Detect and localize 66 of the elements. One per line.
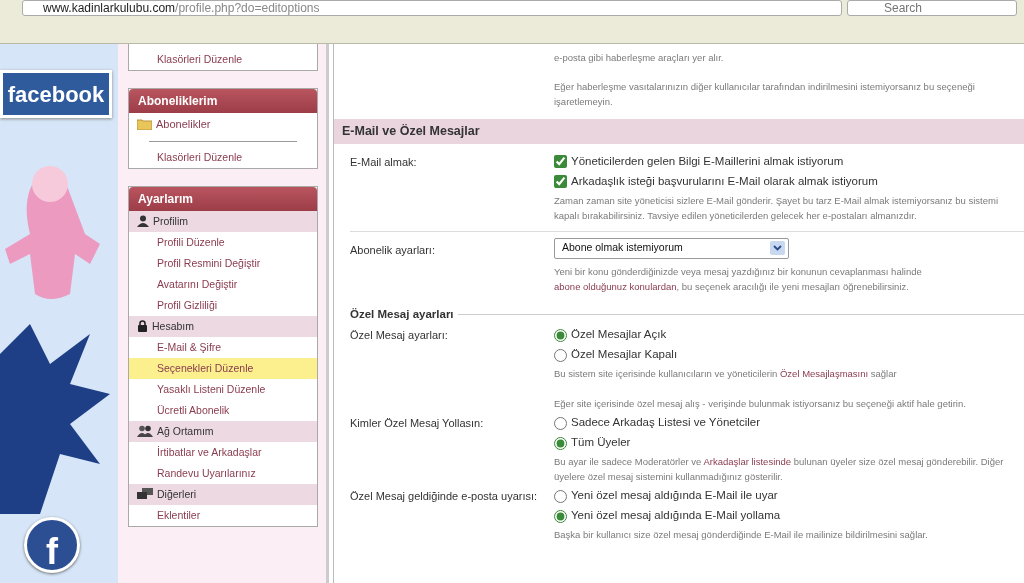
section-title: Hesabım	[152, 318, 194, 334]
sidebar-item[interactable]: İrtibatlar ve Arkadaşlar	[129, 441, 317, 463]
option-label: Sadece Arkadaş Listesi ve Yönetciler	[571, 415, 760, 431]
sidebar-item[interactable]: Klasörleri Düzenle	[129, 146, 317, 168]
url-text: www.kadinlarkulubu.com/profile.php?do=editoptions	[43, 0, 320, 17]
sidebar-item[interactable]: Profil Gizliliği	[129, 294, 317, 316]
sidebar-item[interactable]: Avatarını Değiştir	[129, 273, 317, 295]
radio-button[interactable]	[554, 509, 567, 523]
help-text: Başka bir kullanıcı size özel mesaj gönderdiğinde E-Mail ile mailinize bildirilmesini sağlar.	[554, 528, 929, 542]
field-label: Özel Mesaj ayarları:	[350, 328, 449, 343]
option-label: Yöneticilerden gelen Bilgi E-Maillerini almak istiyorum	[571, 154, 844, 170]
radio-button[interactable]	[554, 348, 567, 362]
option-label: Yeni özel mesaj aldığında E-Mail ile uyar	[571, 488, 778, 504]
field-label: Kimler Özel Mesaj Yollasın:	[350, 416, 485, 431]
option-label: Tüm Üyeler	[571, 435, 631, 451]
person-icon	[137, 215, 149, 227]
radio-button[interactable]	[554, 489, 567, 503]
help-link[interactable]: Arkadaşlar listesinde	[703, 456, 792, 467]
field-label: Abonelik ayarları:	[350, 242, 436, 258]
help-link[interactable]: Özel Mesajlaşmasını	[780, 368, 869, 379]
facebook-sticker: f	[24, 517, 80, 573]
option-label: Özel Mesajlar Açık	[571, 327, 667, 343]
help-text: Bu sistem site içerisinde kullanıcıların ve yöneticilerin Özel Mesajlaşmasını sağlar	[554, 367, 898, 381]
field-label: E-Mail almak:	[350, 154, 418, 170]
panel-title: Ayarlarım	[129, 186, 317, 211]
dropdown[interactable]: Abone olmak istemiyorum	[554, 237, 789, 259]
panel-title: Aboneliklerim	[129, 89, 317, 113]
sidebar-item[interactable]: Randevu Uyarılarınız	[129, 462, 317, 484]
section-title: Profilim	[153, 213, 188, 229]
section-header: E-Mail ve Özel Mesajlar	[334, 119, 1024, 144]
lock-icon	[137, 320, 148, 332]
help-link[interactable]: abone olduğunuz konulardan	[554, 280, 677, 292]
sidebar-item[interactable]: Eklentiler	[129, 504, 317, 526]
folder-icon	[137, 118, 152, 131]
checkbox[interactable]	[554, 155, 567, 169]
fieldset-title: Özel Mesaj ayarları	[350, 306, 454, 322]
sidebar-item[interactable]: Ücretli Abonelik	[129, 399, 317, 421]
option-label: Yeni özel mesaj aldığında E-Mail yollama	[571, 508, 781, 524]
facebook-logo: facebook	[0, 70, 112, 118]
option-label: Arkadaşlık isteği başvurularını E-Mail olarak almak istiyorum	[571, 174, 878, 190]
sidebar-item[interactable]: Klasörleri Düzenle	[129, 44, 317, 70]
help-text: e-posta gibi haberleşme araçları yer alır.	[554, 51, 725, 65]
people-icon	[137, 425, 153, 437]
help-text: Zaman zaman site yöneticisi sizlere E-Mail gönderir. Şayet bu tarz E-Mail almak istemiyorsanız bu sistemi kapalı bırakabilirsiniz. Tavsiye edilen yöneticilerden gelecek her e-postaları almanızdır.	[554, 193, 1000, 223]
search-field[interactable]: Search	[847, 0, 1017, 16]
help-text: Yeni bir konu gönderdiğinizde veya mesaj yazdığınız bir konunun cevaplanması halinde abone olduğunuz konulardan, bu seçenek aracılığı ile yeni mesajları öğrenebilirsiniz.	[554, 264, 923, 294]
radio-button[interactable]	[554, 416, 567, 430]
help-text: Eğer site içerisinde özel mesaj alış - verişinde bulunmak istiyorsanız bu seçeneği aktif hale getirin.	[554, 397, 967, 411]
radio-button[interactable]	[554, 436, 567, 450]
chat-icon	[137, 488, 153, 500]
chevron-icon	[770, 241, 785, 256]
sidebar-item[interactable]: E-Mail & Şifre	[129, 336, 317, 358]
field-label: Özel Mesaj geldiğinde e-posta uyarısı:	[350, 489, 539, 504]
option-label: Özel Mesajlar Kapalı	[571, 347, 678, 363]
sidebar-item[interactable]: Abonelikler	[156, 116, 211, 133]
sidebar-item[interactable]: Profili Düzenle	[129, 231, 317, 253]
sidebar-item[interactable]: Profil Resmini Değiştir	[129, 252, 317, 274]
address-bar[interactable]: www.kadinlarkulubu.com/profile.php?do=editoptions	[22, 0, 842, 16]
radio-button[interactable]	[554, 328, 567, 342]
sidebar-item[interactable]: Seçenekleri Düzenle	[129, 357, 317, 379]
checkbox[interactable]	[554, 175, 567, 189]
section-title: Ağ Ortamım	[157, 423, 214, 439]
section-title: Diğerleri	[157, 486, 197, 502]
help-text: Eğer haberleşme vasıtalarınızın diğer kullanıcılar tarafından indirilmesini istemiyorsanız bu seçeneği işaretlemeyin.	[554, 80, 976, 109]
help-text: Bu ayar ile sadece Moderatörler ve Arkadaşlar listesinde bulunan üyeler size özel mesaj gönderebilir. Diğer üyelere özel mesaj sistemini kullanmadığınız gösterilir.	[554, 455, 1005, 484]
sidebar-item[interactable]: Yasaklı Listeni Düzenle	[129, 378, 317, 400]
